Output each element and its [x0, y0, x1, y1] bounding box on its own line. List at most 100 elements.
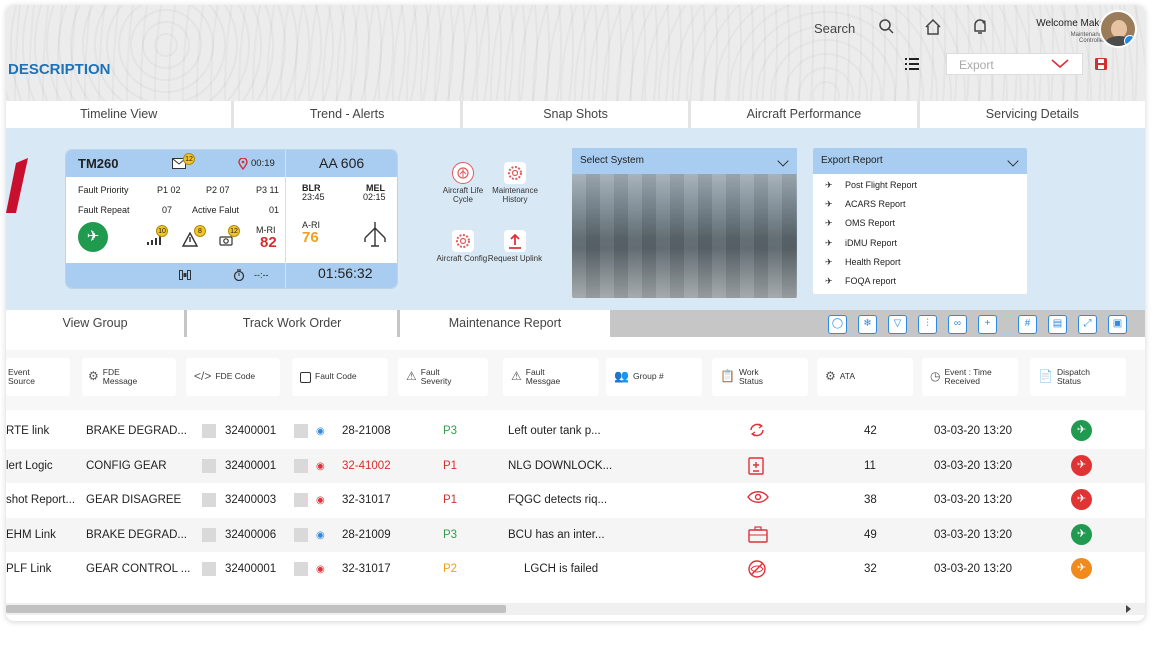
verified-check-icon [1124, 35, 1135, 46]
fault-code-swatch [294, 493, 308, 508]
priority-p3: P3 11 [256, 185, 279, 195]
search-label[interactable]: Search [814, 21, 855, 36]
fault-eye-icon[interactable]: ◉ [316, 564, 325, 575]
col-fde-code[interactable]: </> FDE Code [186, 358, 280, 396]
event-time: 03-03-20 13:20 [934, 528, 1013, 541]
fde-code-swatch [202, 493, 216, 508]
hash-icon[interactable]: # [1018, 315, 1037, 334]
engine-icon: ⚙ [88, 369, 99, 384]
table-row[interactable]: PLF Link GEAR CONTROL ... 32400001 ◉ 32-… [6, 552, 1145, 586]
tab-trend-alerts[interactable]: Trend - Alerts [234, 101, 460, 128]
fault-severity: P1 [443, 494, 458, 507]
config-label: Aircraft Config. [436, 254, 490, 263]
export-item-acars[interactable]: ✈ ACARS Report [825, 199, 906, 210]
fde-code-swatch [202, 424, 216, 438]
fault-eye-icon[interactable]: ◉ [316, 461, 325, 472]
col-fault-code[interactable]: Fault Code [292, 358, 388, 396]
add-column-icon[interactable]: + [978, 315, 997, 334]
tab-maintenance-report[interactable]: Maintenance Report [400, 310, 610, 337]
dispatch-status-icon[interactable]: ✈ [1071, 454, 1092, 476]
table-row[interactable]: EHM Link BRAKE DEGRAD... 32400006 ◉ 28-2… [6, 517, 1145, 552]
dispatch-status-icon[interactable]: ✈ [1071, 489, 1092, 511]
fault-code[interactable]: 32-41002 [342, 449, 391, 483]
event-time: 03-03-20 13:20 [934, 459, 1013, 472]
snowflake-icon[interactable]: ❄ [858, 315, 877, 334]
table-row[interactable]: shot Report... GEAR DISAGREE 32400003 ◉ … [6, 483, 1145, 517]
fault-severity: P3 [443, 528, 458, 541]
list-view-icon[interactable] [902, 55, 922, 73]
fde-code-swatch [202, 562, 216, 577]
fault-eye-icon[interactable]: ◉ [316, 530, 325, 541]
table-row[interactable]: RTE link BRAKE DEGRAD... 32400001 ◉ 28-2… [6, 414, 1145, 448]
col-dispatch-status[interactable]: 📄 Dispatch Status [1030, 358, 1126, 396]
select-system-dropdown[interactable]: Select System [572, 148, 797, 298]
table-row[interactable]: lert Logic CONFIG GEAR 32400001 ◉ 32-410… [6, 448, 1145, 483]
fault-message: NLG DOWNLOCK... [508, 459, 613, 472]
plane-icon: ✈ [825, 238, 833, 248]
col-fault-severity[interactable]: ⚠ Fault Severity [398, 358, 488, 396]
export-item-foqa[interactable]: ✈ FOQA report [825, 276, 896, 287]
home-icon[interactable] [923, 17, 943, 37]
dispatch-status-icon[interactable]: ✈ [1071, 420, 1092, 441]
document-icon[interactable]: ▤ [1048, 315, 1067, 334]
save-icon[interactable] [1094, 57, 1108, 71]
tab-snap-shots[interactable]: Snap Shots [462, 101, 689, 128]
fault-eye-icon[interactable]: ◉ [316, 495, 325, 506]
fault-message: LGCH is failed [524, 563, 599, 576]
event-time: 03-03-20 13:20 [934, 563, 1013, 576]
link-icon[interactable]: ∞ [948, 315, 967, 334]
tab-view-group[interactable]: View Group [6, 310, 184, 337]
notification-bell-icon[interactable] [970, 17, 990, 37]
expand-icon[interactable]: ⤢ [1078, 315, 1097, 334]
view-eye-icon[interactable] [747, 490, 769, 507]
camera-badge: 12 [228, 225, 240, 237]
elapsed-time: 01:56:32 [318, 265, 373, 281]
col-event-source[interactable]: Event Source [6, 358, 70, 396]
export-dropdown[interactable]: Export [946, 53, 1083, 75]
fault-code[interactable]: 28-21009 [342, 518, 391, 552]
aircraft-config-button[interactable]: Aircraft Config. [433, 230, 493, 264]
filter-icon[interactable]: ▽ [888, 315, 907, 334]
sliders-icon[interactable]: ⫶ [918, 315, 937, 334]
export-placeholder: Export [959, 58, 994, 72]
fault-code[interactable]: 28-21008 [342, 414, 391, 448]
avatar[interactable] [1099, 10, 1137, 48]
hidden-eye-icon[interactable] [747, 559, 767, 582]
dispatch-status-icon[interactable]: ✈ [1071, 558, 1092, 580]
rework-arrows-icon[interactable] [747, 421, 767, 442]
event-time: 03-03-20 13:20 [934, 425, 1013, 437]
fault-code[interactable]: 32-31017 [342, 483, 391, 517]
tab-aircraft-performance[interactable]: Aircraft Performance [691, 101, 917, 128]
col-fde-message[interactable]: ⚙ FDE Message [82, 358, 176, 396]
col-ata[interactable]: ⚙ ATA [817, 358, 913, 396]
export-item-oms[interactable]: ✈ OMS Report [825, 218, 895, 229]
maintenance-history-button[interactable]: Maintenance History [485, 162, 545, 205]
col-fault-message[interactable]: ⚠ Fault Messgae [503, 358, 599, 396]
dispatch-status-icon[interactable]: ✈ [1071, 523, 1092, 545]
col-work-status[interactable]: 📋 Work Status [712, 358, 808, 396]
checkbox-icon[interactable] [300, 371, 311, 383]
export-item-post-flight[interactable]: ✈ Post Flight Report [825, 180, 917, 191]
tab-timeline-view[interactable]: Timeline View [6, 101, 232, 128]
export-item-health[interactable]: ✈ Health Report [825, 257, 901, 268]
tab-servicing-details[interactable]: Servicing Details [919, 101, 1145, 128]
aircraft-life-cycle-button[interactable]: Aircraft Life Cycle [433, 162, 493, 205]
search-icon[interactable] [877, 17, 897, 37]
horizontal-scrollbar[interactable] [6, 603, 1145, 615]
flight-card[interactable]: TM260 12 00:19 AA 606 Fault Priority P1 … [66, 150, 397, 288]
export-report-header[interactable]: Export Report [813, 148, 1027, 174]
col-group[interactable]: 👥 Group # [606, 358, 702, 396]
fault-eye-icon[interactable]: ◉ [316, 426, 325, 437]
scrollbar-thumb[interactable] [6, 605, 506, 613]
col-event-time[interactable]: ◷ Event : Time Received [922, 358, 1018, 396]
save-table-icon[interactable]: ▣ [1108, 315, 1127, 334]
header: DESCRIPTION Search Welcome Mako Maintena… [6, 5, 1145, 101]
scroll-right-icon[interactable] [1126, 605, 1131, 613]
fault-code[interactable]: 32-31017 [342, 552, 391, 586]
export-item-idmu[interactable]: ✈ iDMU Report [825, 238, 897, 249]
request-uplink-button[interactable]: Request Uplink [485, 230, 545, 264]
tab-track-work-order[interactable]: Track Work Order [187, 310, 397, 337]
refresh-icon[interactable]: ◯ [828, 315, 847, 334]
add-task-icon[interactable] [747, 456, 765, 479]
toolbox-icon[interactable] [747, 525, 769, 546]
